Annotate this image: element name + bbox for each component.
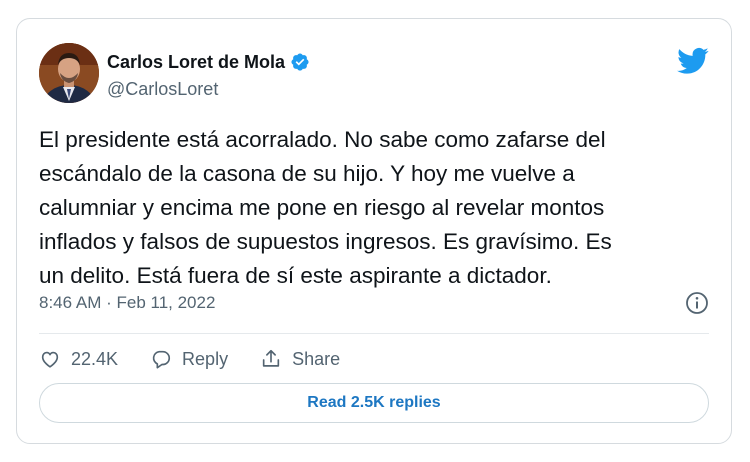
- author-handle[interactable]: @CarlosLoret: [107, 79, 310, 100]
- share-label: Share: [292, 348, 341, 369]
- tweet-text-line: inflados y falsos de supuestos ingresos.…: [39, 229, 612, 254]
- like-count: 22.4K: [71, 348, 119, 369]
- heart-icon: [41, 351, 59, 368]
- tweet-text-line: escándalo de la casona de su hijo. Y hoy…: [39, 161, 575, 186]
- tweet-text: El presidente está acorralado. No sabe c…: [39, 123, 719, 293]
- share-icon: [262, 349, 280, 367]
- info-icon[interactable]: [685, 291, 709, 315]
- tweet-text-line: calumniar y encima me pone en riesgo al …: [39, 195, 605, 220]
- author-block: Carlos Loret de Mola @CarlosLoret: [107, 49, 310, 100]
- avatar[interactable]: [39, 43, 99, 103]
- reply-label: Reply: [182, 348, 229, 369]
- name-row: Carlos Loret de Mola: [107, 49, 310, 75]
- tweet-actions: 22.4K Reply Share: [39, 345, 372, 373]
- reply-button[interactable]: Reply: [150, 348, 228, 370]
- tweet-card: Carlos Loret de Mola @CarlosLoret El pre…: [16, 18, 732, 444]
- tweet-text-line: un delito. Está fuera de sí este aspiran…: [39, 263, 552, 288]
- twitter-bird-icon[interactable]: [677, 47, 709, 75]
- tweet-timestamp[interactable]: 8:46 AM · Feb 11, 2022: [39, 293, 215, 313]
- like-button[interactable]: 22.4K: [39, 348, 118, 370]
- read-replies-button[interactable]: Read 2.5K replies: [39, 383, 709, 423]
- author-display-name[interactable]: Carlos Loret de Mola: [107, 52, 285, 73]
- reply-bubble-icon: [152, 350, 171, 369]
- verified-badge-icon: [291, 53, 309, 71]
- profile-photo-icon: [39, 43, 99, 103]
- tweet-text-line: El presidente está acorralado. No sabe c…: [39, 127, 606, 152]
- share-button[interactable]: Share: [260, 348, 340, 370]
- divider: [39, 333, 709, 334]
